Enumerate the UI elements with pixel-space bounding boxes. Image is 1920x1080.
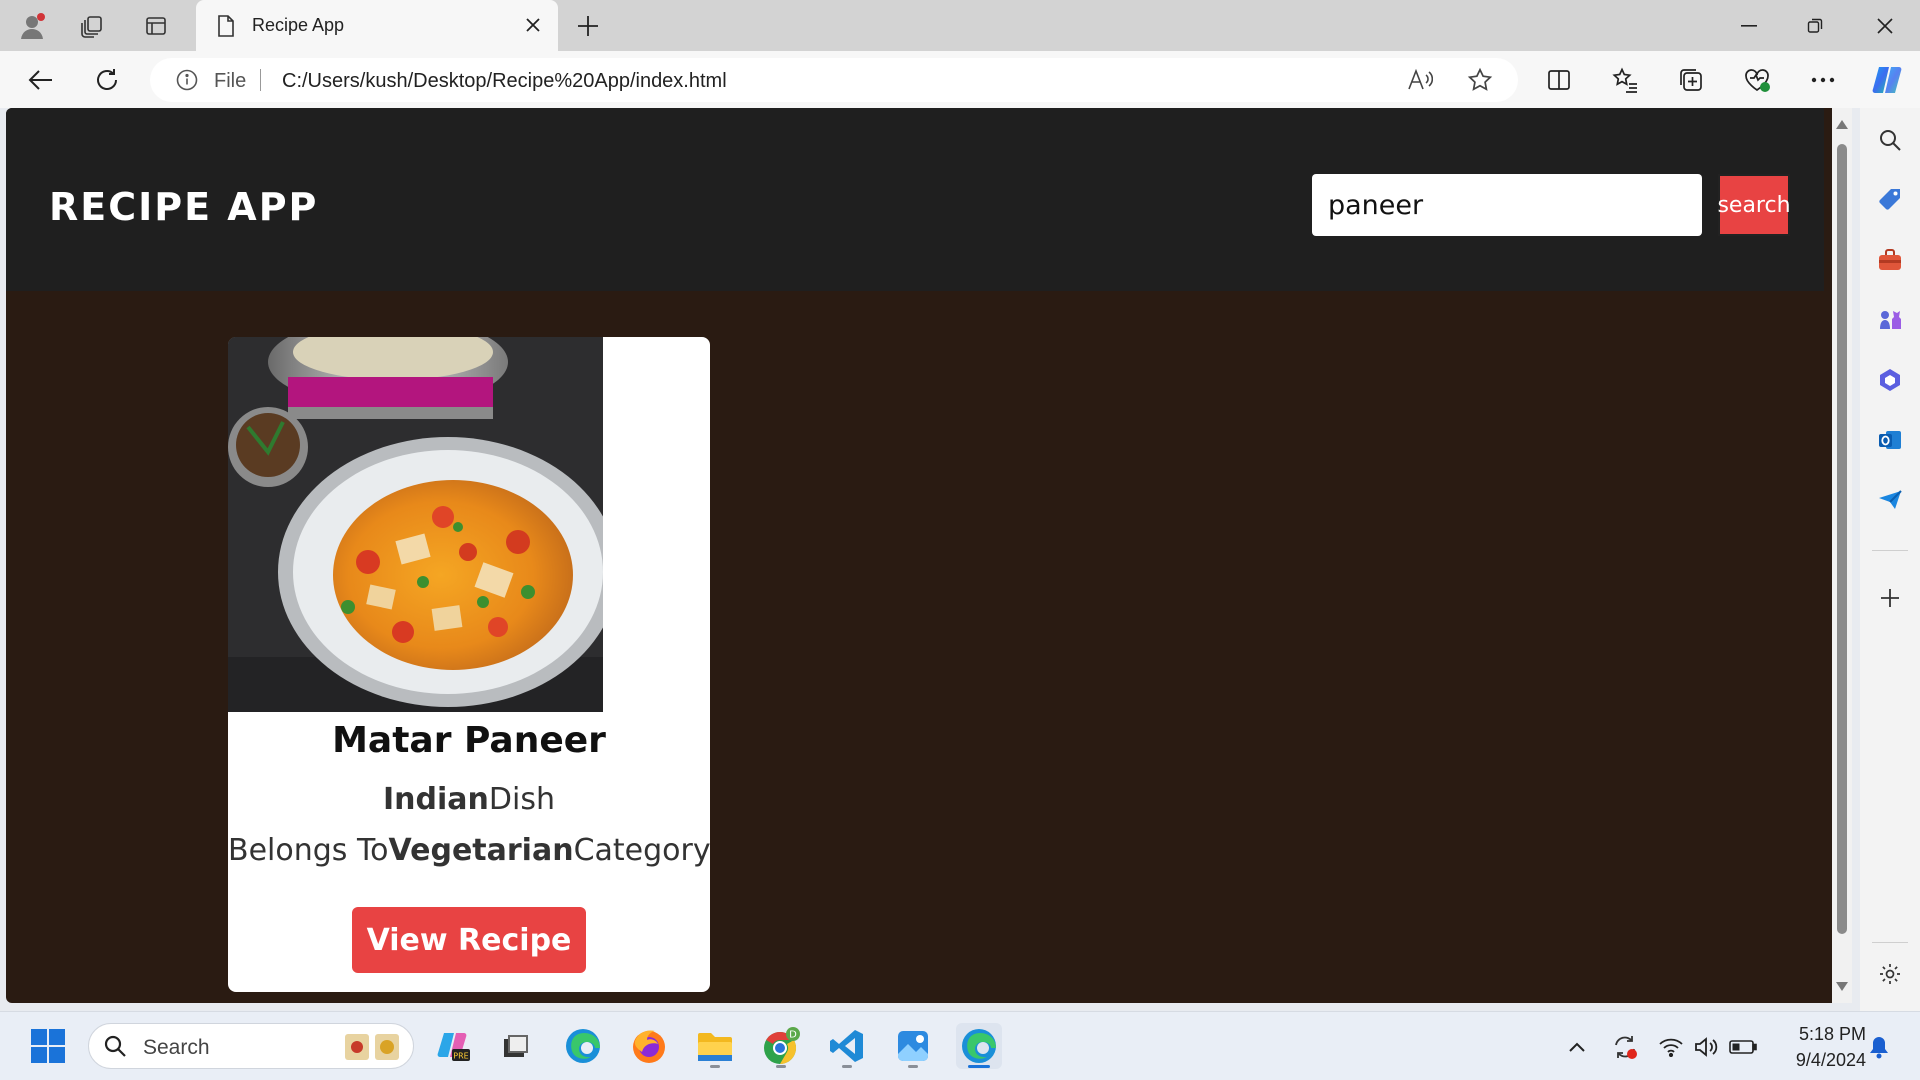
url-text[interactable]: C:/Users/kush/Desktop/Recipe%20App/index… bbox=[282, 70, 727, 93]
file-scheme-label: File bbox=[214, 70, 247, 92]
split-screen-icon[interactable] bbox=[1542, 63, 1576, 97]
profile-avatar-icon[interactable] bbox=[14, 8, 50, 44]
send-paper-plane-icon[interactable] bbox=[1874, 484, 1906, 516]
sidebar-separator-bottom bbox=[1872, 942, 1908, 943]
notification-bell-icon[interactable] bbox=[1864, 1032, 1894, 1062]
wifi-icon[interactable] bbox=[1656, 1032, 1686, 1062]
address-separator bbox=[260, 69, 261, 91]
taskbar-search-box[interactable]: Search bbox=[88, 1023, 414, 1069]
system-clock[interactable]: 5:18 PM 9/4/2024 bbox=[1770, 1021, 1866, 1073]
page-scrollbar[interactable] bbox=[1832, 108, 1852, 1003]
sidebar-settings-gear-icon[interactable] bbox=[1874, 958, 1906, 990]
edge-app-icon[interactable] bbox=[560, 1023, 606, 1069]
view-recipe-button[interactable]: View Recipe bbox=[352, 907, 586, 973]
taskbar-search-icon bbox=[103, 1034, 127, 1063]
running-indicator bbox=[908, 1065, 918, 1068]
sidebar-separator bbox=[1872, 550, 1908, 551]
page-icon bbox=[216, 14, 236, 43]
volume-icon[interactable] bbox=[1692, 1032, 1722, 1062]
recipe-category: Belongs ToVegetarianCategory bbox=[228, 833, 710, 868]
scrollbar-thumb[interactable] bbox=[1837, 144, 1847, 934]
windows-start-icon[interactable] bbox=[30, 1028, 66, 1064]
running-indicator bbox=[842, 1065, 852, 1068]
file-explorer-app-icon[interactable] bbox=[692, 1023, 738, 1069]
shopping-tag-icon[interactable] bbox=[1874, 184, 1906, 216]
more-options-icon[interactable] bbox=[1806, 63, 1840, 97]
new-tab-icon[interactable] bbox=[570, 8, 606, 44]
svg-text:D: D bbox=[789, 1030, 797, 1041]
active-indicator bbox=[968, 1065, 990, 1068]
collections-icon[interactable] bbox=[1674, 63, 1708, 97]
recipe-search-input[interactable] bbox=[1312, 174, 1702, 236]
tab-title: Recipe App bbox=[252, 15, 345, 35]
recipe-area: IndianDish bbox=[228, 782, 710, 817]
recipe-image bbox=[228, 337, 603, 712]
browser-tab-bar: Recipe App bbox=[0, 0, 1920, 51]
recipe-area-name: Indian bbox=[383, 782, 489, 817]
recipe-category-prefix: Belongs To bbox=[228, 833, 389, 868]
games-chess-icon[interactable] bbox=[1874, 304, 1906, 336]
copilot-icon[interactable] bbox=[1870, 63, 1904, 97]
copilot-preview-app-icon[interactable]: PRE bbox=[430, 1023, 476, 1069]
search-highlight-icon bbox=[343, 1032, 403, 1067]
favorite-star-icon[interactable] bbox=[1466, 66, 1494, 94]
show-hidden-icons-chevron-icon[interactable] bbox=[1562, 1032, 1592, 1062]
clock-time: 5:18 PM bbox=[1798, 1024, 1866, 1044]
close-tab-icon[interactable] bbox=[520, 12, 546, 38]
page-viewport: RECIPE APP search bbox=[6, 108, 1832, 1003]
search-button[interactable]: search bbox=[1717, 174, 1791, 236]
recipe-card: Matar Paneer IndianDish Belongs ToVegeta… bbox=[228, 337, 710, 992]
outlook-icon[interactable] bbox=[1874, 424, 1906, 456]
app-header: RECIPE APP search bbox=[6, 108, 1824, 291]
browser-toolbar: File C:/Users/kush/Desktop/Recipe%20App/… bbox=[0, 51, 1920, 108]
windows-taskbar: Search PRE D 5:18 PM 9/4/2024 bbox=[0, 1011, 1920, 1080]
tab-recipe-app[interactable]: Recipe App bbox=[196, 0, 558, 51]
battery-icon[interactable] bbox=[1728, 1032, 1758, 1062]
recipe-area-suffix: Dish bbox=[488, 782, 555, 817]
running-indicator bbox=[710, 1065, 720, 1068]
scroll-down-arrow-icon[interactable] bbox=[1836, 982, 1848, 991]
close-window-icon[interactable] bbox=[1852, 0, 1918, 51]
firefox-app-icon[interactable] bbox=[626, 1023, 672, 1069]
tools-briefcase-icon[interactable] bbox=[1874, 244, 1906, 276]
running-indicator bbox=[776, 1065, 786, 1068]
add-sidebar-app-icon[interactable] bbox=[1874, 582, 1906, 614]
sidebar-search-icon[interactable] bbox=[1874, 124, 1906, 156]
back-arrow-icon[interactable] bbox=[22, 61, 60, 99]
favorites-icon[interactable] bbox=[1608, 63, 1642, 97]
browser-essentials-icon[interactable] bbox=[1740, 63, 1774, 97]
microsoft-365-icon[interactable] bbox=[1874, 364, 1906, 396]
clock-date: 9/4/2024 bbox=[1795, 1050, 1866, 1070]
photos-app-icon[interactable] bbox=[890, 1023, 936, 1069]
recipe-category-suffix: Category bbox=[573, 833, 710, 868]
recipe-category-name: Vegetarian bbox=[388, 833, 574, 868]
task-view-app-icon[interactable] bbox=[492, 1023, 538, 1069]
workspaces-icon[interactable] bbox=[74, 8, 110, 44]
vscode-app-icon[interactable] bbox=[824, 1023, 870, 1069]
app-title: RECIPE APP bbox=[49, 185, 319, 229]
recipe-name: Matar Paneer bbox=[332, 720, 606, 761]
edge-sidebar bbox=[1860, 108, 1920, 1011]
refresh-icon[interactable] bbox=[88, 61, 126, 99]
address-bar[interactable]: File C:/Users/kush/Desktop/Recipe%20App/… bbox=[150, 58, 1518, 102]
read-aloud-icon[interactable] bbox=[1406, 66, 1434, 94]
taskbar-search-label: Search bbox=[143, 1036, 210, 1059]
edge-active-app-icon[interactable] bbox=[956, 1023, 1002, 1069]
svg-text:PRE: PRE bbox=[453, 1052, 468, 1061]
restore-icon[interactable] bbox=[1782, 0, 1848, 51]
scroll-up-arrow-icon[interactable] bbox=[1836, 120, 1848, 129]
minimize-icon[interactable] bbox=[1716, 0, 1782, 51]
vertical-tabs-icon[interactable] bbox=[138, 8, 174, 44]
chrome-app-icon[interactable]: D bbox=[758, 1023, 804, 1069]
sync-status-icon[interactable] bbox=[1610, 1032, 1640, 1062]
site-info-icon[interactable] bbox=[176, 69, 198, 96]
